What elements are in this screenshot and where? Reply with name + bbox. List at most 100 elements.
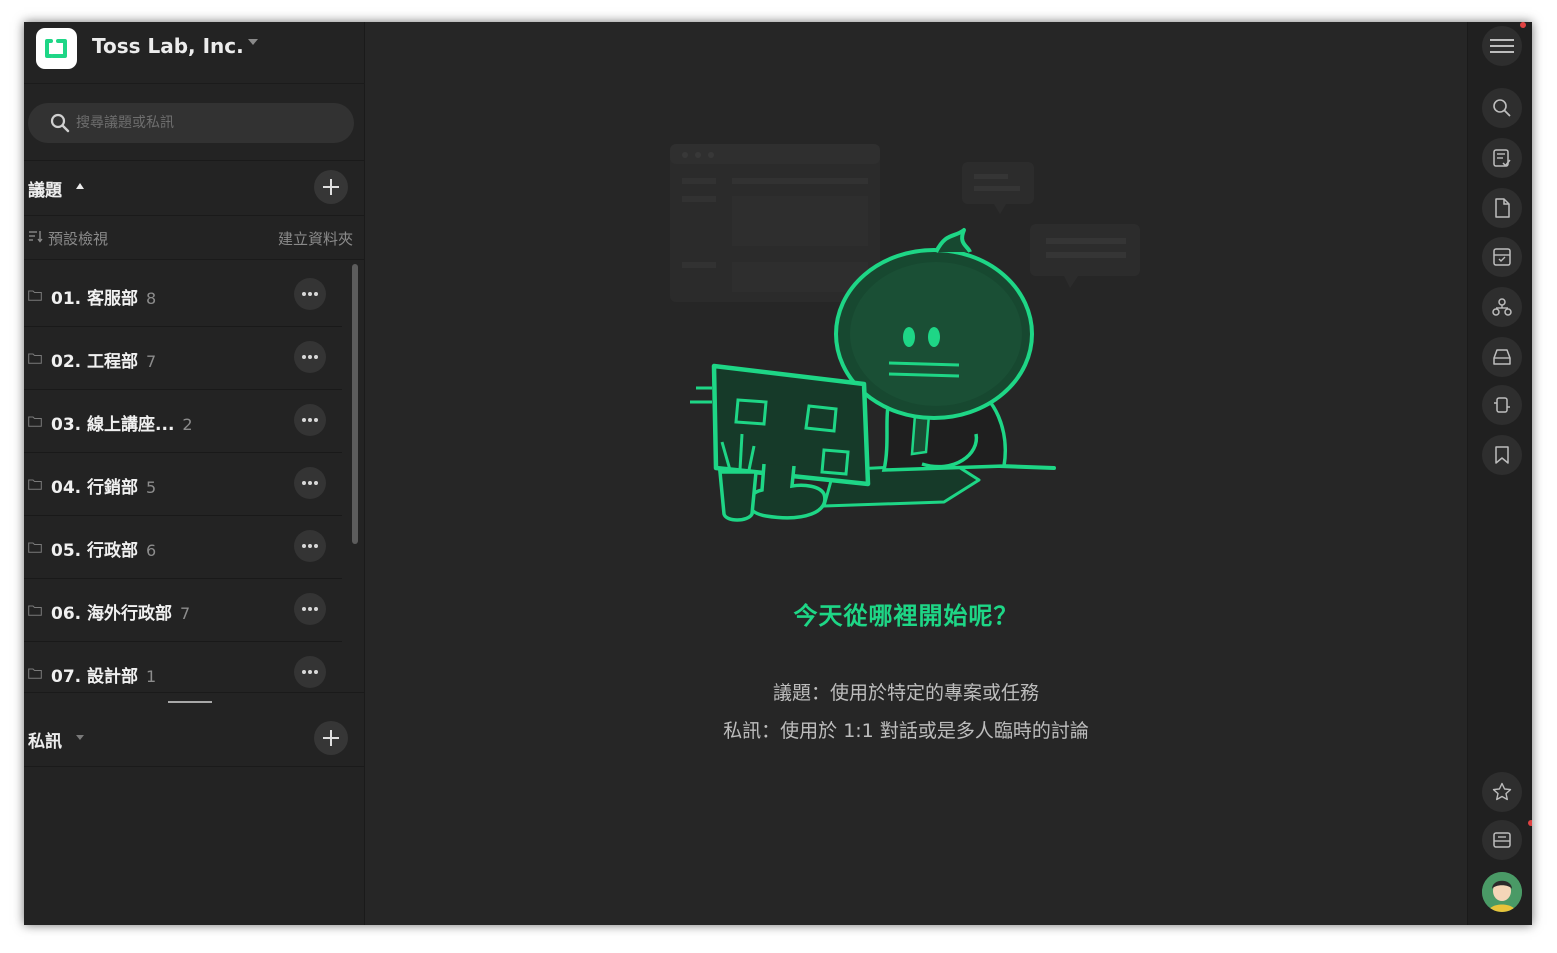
files-button[interactable] xyxy=(1482,188,1522,228)
archive-button[interactable] xyxy=(1482,237,1522,277)
topics-section-title[interactable]: 議題 xyxy=(28,176,62,201)
bookmark-icon xyxy=(1495,446,1509,464)
folder-item[interactable]: 04. 行銷部 5 xyxy=(24,453,342,516)
sidebar: Toss Lab, Inc. 議題 xyxy=(24,22,365,925)
folder-item[interactable]: 07. 設計部 1 xyxy=(24,642,342,692)
folder-label: 06. 海外行政部 xyxy=(51,604,173,624)
sort-icon xyxy=(29,231,43,243)
create-folder-button[interactable]: 建立資料夾 xyxy=(278,228,353,249)
dot xyxy=(308,607,312,611)
messages-box-button[interactable] xyxy=(1482,820,1522,860)
search-icon xyxy=(1493,99,1511,117)
folder-label: 07. 設計部 xyxy=(51,667,139,687)
view-options-row: 預設檢視 建立資料夾 xyxy=(24,216,365,260)
folder-topic-count: 7 xyxy=(146,352,157,371)
folder-item[interactable]: 02. 工程部 7 xyxy=(24,327,342,390)
folder-label: 02. 工程部 xyxy=(51,352,139,372)
org-chart-button[interactable] xyxy=(1482,287,1522,327)
team-dropdown-caret-icon[interactable] xyxy=(248,39,258,45)
main-content: 今天從哪裡開始呢？ 議題：使用於特定的專案或任務 私訊：使用於 1:1 對話或是… xyxy=(366,22,1466,925)
team-logo xyxy=(36,28,77,69)
add-message-button[interactable] xyxy=(314,721,348,755)
folder-name: 05. 行政部 6 xyxy=(51,536,156,561)
right-toolbar xyxy=(1467,22,1532,925)
dot xyxy=(302,544,306,548)
folder-list: 01. 客服部 8 02. 工程部 7 03. 線上講座... 2 04. 行銷部 5 05. … xyxy=(24,264,365,692)
plus-icon xyxy=(323,730,339,746)
divider xyxy=(24,766,365,767)
folder-topic-count: 6 xyxy=(146,541,157,560)
integrations-button[interactable] xyxy=(1482,385,1522,425)
folder-more-button[interactable] xyxy=(294,593,326,625)
folder-item[interactable]: 06. 海外行政部 7 xyxy=(24,579,342,642)
divider xyxy=(24,160,365,161)
default-view-button[interactable]: 預設檢視 xyxy=(48,228,108,249)
scrollbar[interactable] xyxy=(352,264,358,544)
dot xyxy=(314,670,318,674)
folder-label: 01. 客服部 xyxy=(51,289,139,309)
folder-more-button[interactable] xyxy=(294,467,326,499)
star-icon xyxy=(1492,782,1512,801)
starred-button[interactable] xyxy=(1482,772,1522,812)
menu-icon xyxy=(1490,39,1514,53)
folder-topic-count: 5 xyxy=(146,478,157,497)
resize-handle[interactable] xyxy=(168,701,212,703)
menu-button[interactable] xyxy=(1482,26,1522,66)
team-name[interactable]: Toss Lab, Inc. xyxy=(92,34,244,58)
collapse-caret-icon[interactable] xyxy=(76,183,84,189)
folder-icon xyxy=(28,605,42,616)
folder-icon xyxy=(28,668,42,679)
folder-name: 02. 工程部 7 xyxy=(51,347,156,372)
task-list-icon xyxy=(1493,149,1511,167)
folder-more-button[interactable] xyxy=(294,404,326,436)
welcome-illustration xyxy=(670,144,1140,522)
messages-section-title[interactable]: 私訊 xyxy=(28,727,62,752)
folder-item[interactable]: 01. 客服部 8 xyxy=(24,264,342,327)
tasks-button[interactable] xyxy=(1482,138,1522,178)
dot xyxy=(314,418,318,422)
folder-more-button[interactable] xyxy=(294,530,326,562)
folder-item[interactable]: 03. 線上講座... 2 xyxy=(24,390,342,453)
dot xyxy=(308,418,312,422)
file-icon xyxy=(1495,198,1510,218)
folder-name: 01. 客服部 8 xyxy=(51,284,156,309)
app-window: Toss Lab, Inc. 議題 xyxy=(24,22,1532,925)
dot xyxy=(302,670,306,674)
search-box[interactable] xyxy=(28,103,354,143)
topics-description: 議題：使用於特定的專案或任務 xyxy=(772,682,1039,704)
folder-more-button[interactable] xyxy=(294,278,326,310)
dot xyxy=(314,481,318,485)
folder-label: 05. 行政部 xyxy=(51,541,139,561)
plus-icon xyxy=(323,179,339,195)
folder-item[interactable]: 05. 行政部 6 xyxy=(24,516,342,579)
folder-more-button[interactable] xyxy=(294,656,326,688)
folder-icon xyxy=(28,542,42,553)
org-chart-icon xyxy=(1492,298,1512,316)
add-topic-button[interactable] xyxy=(314,170,348,204)
welcome-heading: 今天從哪裡開始呢？ xyxy=(793,602,1019,630)
dot xyxy=(314,355,318,359)
integration-icon xyxy=(1494,397,1510,413)
team-switcher[interactable]: Toss Lab, Inc. xyxy=(24,22,365,84)
messages-description: 私訊：使用於 1:1 對話或是多人臨時的討論 xyxy=(723,720,1089,742)
search-input[interactable] xyxy=(76,111,336,135)
bookmarks-button[interactable] xyxy=(1482,435,1522,475)
divider xyxy=(24,259,365,260)
search-button[interactable] xyxy=(1482,88,1522,128)
user-avatar[interactable] xyxy=(1482,872,1522,912)
notification-dot xyxy=(1528,820,1532,826)
folder-more-button[interactable] xyxy=(294,341,326,373)
dot xyxy=(302,292,306,296)
inbox-button[interactable] xyxy=(1482,337,1522,377)
folder-label: 03. 線上講座... xyxy=(51,415,175,435)
folder-topic-count: 2 xyxy=(182,415,193,434)
expand-caret-icon[interactable] xyxy=(76,735,84,740)
folder-topic-count: 1 xyxy=(146,667,157,686)
dot xyxy=(308,544,312,548)
dot xyxy=(308,670,312,674)
dot xyxy=(314,292,318,296)
dot xyxy=(308,481,312,485)
archive-icon xyxy=(1493,248,1511,266)
folder-icon xyxy=(28,353,42,364)
folder-icon xyxy=(28,416,42,427)
